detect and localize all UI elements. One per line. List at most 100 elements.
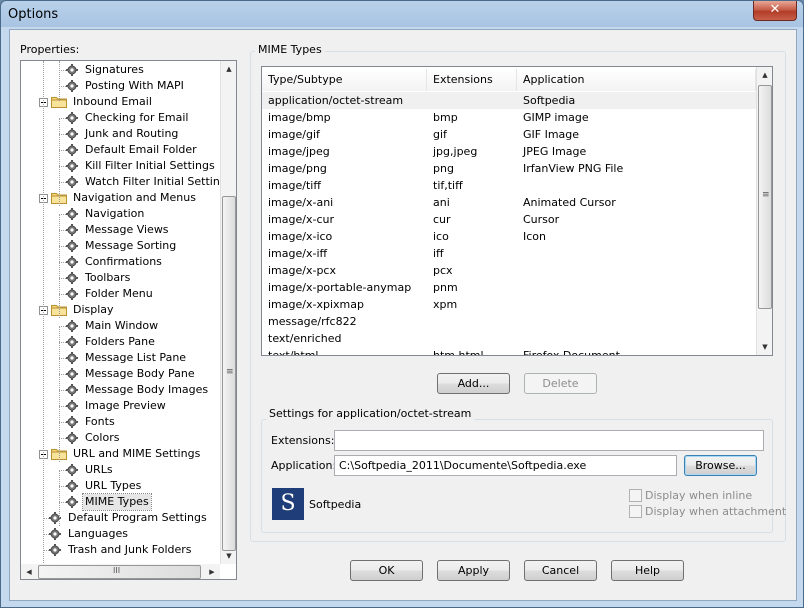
mime-scroll-thumb[interactable]: ≡: [758, 85, 772, 309]
mime-table-row[interactable]: image/x-iff iff: [262, 245, 756, 262]
tree-item-toolbars[interactable]: Toolbars: [66, 270, 132, 286]
tree-item-label: Message Body Pane: [85, 367, 195, 380]
cell-type: image/x-ani: [268, 196, 334, 209]
tree-vertical-scrollbar[interactable]: ▲ ≡ ▼: [220, 61, 236, 564]
tree-item-image-preview[interactable]: Image Preview: [66, 398, 168, 414]
browse-button[interactable]: Browse...: [684, 455, 757, 476]
tree-connector: [59, 166, 66, 167]
mime-table-row[interactable]: image/x-pcx pcx: [262, 262, 756, 279]
gear-icon: [66, 208, 78, 220]
tree-item-default-program-settings[interactable]: Default Program Settings: [49, 510, 209, 526]
tree-item-inbound-email[interactable]: Inbound Email: [39, 94, 154, 110]
tree-item-languages[interactable]: Languages: [49, 526, 130, 542]
mime-table-row[interactable]: image/tiff tif,tiff: [262, 177, 756, 194]
tree-scroll-thumb[interactable]: ≡: [222, 196, 236, 551]
tree-item-message-views[interactable]: Message Views: [66, 222, 171, 238]
tree-item-kill-filter-initial-settings[interactable]: Kill Filter Initial Settings: [66, 158, 217, 174]
tree-connector: [59, 358, 66, 359]
tree-connector: [59, 262, 66, 263]
tree-item-signatures[interactable]: Signatures: [66, 62, 146, 78]
cell-extensions: gif: [433, 128, 447, 141]
tree-item-label: Display: [73, 303, 114, 316]
display-inline-checkbox[interactable]: Display when inline: [629, 489, 752, 502]
tree-item-folder-menu[interactable]: Folder Menu: [66, 286, 155, 302]
tree-item-url-types[interactable]: URL Types: [66, 478, 143, 494]
tree-item-message-body-images[interactable]: Message Body Images: [66, 382, 210, 398]
mime-table-row[interactable]: image/x-ani ani Animated Cursor: [262, 194, 756, 211]
tree-item-urls[interactable]: URLs: [66, 462, 115, 478]
tree-scroll-down-arrow[interactable]: ▼: [221, 548, 236, 564]
tree-item-label: Trash and Junk Folders: [68, 543, 192, 556]
tree-item-watch-filter-initial-settings[interactable]: Watch Filter Initial Settings: [66, 174, 235, 190]
cell-application: Firefox Document: [523, 349, 620, 356]
mime-table-row[interactable]: message/rfc822: [262, 313, 756, 330]
extensions-field[interactable]: [334, 430, 764, 451]
gear-icon: [66, 496, 78, 508]
help-button[interactable]: Help: [611, 560, 684, 581]
tree-scroll-right-arrow[interactable]: ▶: [204, 564, 220, 579]
close-button[interactable]: ✕: [753, 1, 797, 21]
mime-table-row[interactable]: image/jpeg jpg,jpeg JPEG Image: [262, 143, 756, 160]
mime-scroll-down-arrow[interactable]: ▼: [757, 339, 772, 355]
mime-table-row[interactable]: text/html htm,html Firefox Document: [262, 347, 756, 356]
tree-item-fonts[interactable]: Fonts: [66, 414, 117, 430]
tree-horizontal-scrollbar[interactable]: ◀ III ▶: [21, 564, 220, 579]
ok-button[interactable]: OK: [350, 560, 423, 581]
tree-item-label: Signatures: [85, 63, 144, 76]
window-title: Options: [8, 7, 59, 22]
tree-item-folders-pane[interactable]: Folders Pane: [66, 334, 157, 350]
tree-item-label: Posting With MAPI: [85, 79, 184, 92]
mime-types-list[interactable]: Type/Subtype Extensions Application appl…: [261, 66, 773, 356]
mime-scroll-up-arrow[interactable]: ▲: [757, 67, 772, 83]
tree-connector: [59, 230, 66, 231]
mime-table-row[interactable]: image/bmp bmp GIMP image: [262, 109, 756, 126]
tree-item-colors[interactable]: Colors: [66, 430, 121, 446]
tree-connector: [59, 422, 66, 423]
title-bar[interactable]: Options ✕: [1, 1, 803, 29]
mime-table-row[interactable]: image/x-portable-anymap pnm: [262, 279, 756, 296]
tree-item-message-body-pane[interactable]: Message Body Pane: [66, 366, 197, 382]
tree-item-label: Navigation: [85, 207, 145, 220]
mime-table-row[interactable]: image/gif gif GIF Image: [262, 126, 756, 143]
display-attachment-checkbox[interactable]: Display when attachment: [629, 505, 786, 518]
tree-item-checking-for-email[interactable]: Checking for Email: [66, 110, 191, 126]
tree-item-navigation-and-menus[interactable]: Navigation and Menus: [39, 190, 198, 206]
tree-item-mime-types[interactable]: MIME Types: [66, 493, 152, 511]
gear-icon: [66, 320, 78, 332]
cell-application: Softpedia: [523, 94, 576, 107]
mime-table-row[interactable]: image/x-xpixmap xpm: [262, 296, 756, 313]
tree-item-navigation[interactable]: Navigation: [66, 206, 146, 222]
tree-item-main-window[interactable]: Main Window: [66, 318, 160, 334]
application-name: Softpedia: [309, 498, 362, 511]
tree-item-display[interactable]: Display: [39, 302, 116, 318]
mime-table-row[interactable]: application/octet-stream Softpedia: [262, 92, 756, 109]
column-header-extensions[interactable]: Extensions: [427, 69, 517, 91]
tree-item-message-list-pane[interactable]: Message List Pane: [66, 350, 188, 366]
mime-table-row[interactable]: text/enriched: [262, 330, 756, 347]
properties-tree[interactable]: Signatures Posting With MAPI Inbound Email…: [20, 60, 237, 580]
mime-table-row[interactable]: image/x-ico ico Icon: [262, 228, 756, 245]
delete-button[interactable]: Delete: [524, 373, 597, 394]
tree-item-url-and-mime-settings[interactable]: URL and MIME Settings: [39, 446, 202, 462]
add-button[interactable]: Add...: [437, 373, 510, 394]
mime-table-row[interactable]: image/x-cur cur Cursor: [262, 211, 756, 228]
column-header-type[interactable]: Type/Subtype: [262, 69, 427, 91]
mime-list-vertical-scrollbar[interactable]: ▲ ≡ ▼: [756, 67, 772, 355]
application-field[interactable]: C:\Softpedia_2011\Documente\Softpedia.ex…: [334, 455, 677, 476]
column-header-application[interactable]: Application: [517, 69, 756, 91]
tree-item-junk-and-routing[interactable]: Junk and Routing: [66, 126, 180, 142]
mime-table-row[interactable]: image/png png IrfanView PNG File: [262, 160, 756, 177]
apply-button[interactable]: Apply: [437, 560, 510, 581]
tree-item-confirmations[interactable]: Confirmations: [66, 254, 164, 270]
tree-item-default-email-folder[interactable]: Default Email Folder: [66, 142, 199, 158]
tree-scroll-left-arrow[interactable]: ◀: [21, 564, 37, 579]
display-inline-label: Display when inline: [645, 489, 753, 502]
tree-scroll-up-arrow[interactable]: ▲: [221, 61, 236, 77]
gear-icon: [66, 400, 78, 412]
tree-item-posting-with-mapi[interactable]: Posting With MAPI: [66, 78, 186, 94]
tree-item-trash-and-junk-folders[interactable]: Trash and Junk Folders: [49, 542, 194, 558]
tree-hscroll-thumb[interactable]: III: [38, 565, 201, 579]
cancel-button[interactable]: Cancel: [524, 560, 597, 581]
tree-item-message-sorting[interactable]: Message Sorting: [66, 238, 178, 254]
cell-type: text/html: [268, 349, 319, 356]
